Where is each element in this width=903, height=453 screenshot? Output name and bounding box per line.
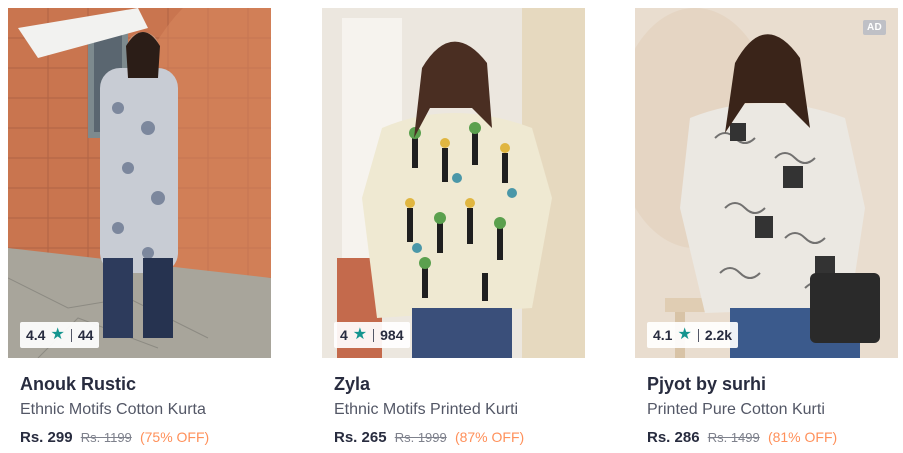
rating-badge: 4.1 ★ 2.2k <box>647 322 739 348</box>
rating-badge: 4 ★ 984 <box>334 322 410 348</box>
product-price-row: Rs. 286 Rs. 1499 (81% OFF) <box>647 429 898 446</box>
rating-value: 4 <box>340 327 348 343</box>
product-brand[interactable]: Anouk Rustic <box>20 374 271 395</box>
rating-divider <box>373 328 375 342</box>
product-price-row: Rs. 265 Rs. 1999 (87% OFF) <box>334 429 585 446</box>
product-brand[interactable]: Zyla <box>334 374 585 395</box>
product-image[interactable]: 4 ★ 984 <box>322 8 585 358</box>
product-title[interactable]: Ethnic Motifs Printed Kurti <box>334 401 585 419</box>
product-card[interactable]: AD 4.1 ★ 2.2k Pjyot by surhi Printed Pur… <box>635 8 898 446</box>
discounted-price: Rs. 299 <box>20 429 73 446</box>
product-title[interactable]: Printed Pure Cotton Kurti <box>647 401 898 419</box>
product-price-row: Rs. 299 Rs. 1199 (75% OFF) <box>20 429 271 446</box>
product-brand[interactable]: Pjyot by surhi <box>647 374 898 395</box>
discount-percent: (87% OFF) <box>454 429 525 445</box>
discounted-price: Rs. 286 <box>647 429 700 446</box>
star-icon: ★ <box>50 326 65 343</box>
original-price: Rs. 1499 <box>707 430 760 445</box>
rating-divider <box>70 328 72 342</box>
discount-percent: (81% OFF) <box>767 429 838 445</box>
product-title[interactable]: Ethnic Motifs Cotton Kurta <box>20 401 271 419</box>
original-price: Rs. 1999 <box>394 430 447 445</box>
ad-badge: AD <box>862 20 886 35</box>
rating-count: 2.2k <box>704 327 733 343</box>
product-image[interactable]: 4.4 ★ 44 <box>8 8 271 358</box>
rating-divider <box>697 328 699 342</box>
star-icon: ★ <box>677 326 692 343</box>
star-icon: ★ <box>352 326 368 343</box>
product-card[interactable]: 4 ★ 984 Zyla Ethnic Motifs Printed Kurti… <box>322 8 585 446</box>
product-card[interactable]: 4.4 ★ 44 Anouk Rustic Ethnic Motifs Cott… <box>8 8 271 446</box>
product-image[interactable]: AD 4.1 ★ 2.2k <box>635 8 898 358</box>
discounted-price: Rs. 265 <box>334 429 387 446</box>
rating-count: 44 <box>77 327 94 343</box>
rating-count: 984 <box>380 327 404 343</box>
original-price: Rs. 1199 <box>80 430 132 445</box>
rating-value: 4.4 <box>26 327 46 343</box>
discount-percent: (75% OFF) <box>139 429 210 445</box>
rating-value: 4.1 <box>653 327 673 343</box>
rating-badge: 4.4 ★ 44 <box>20 322 100 348</box>
